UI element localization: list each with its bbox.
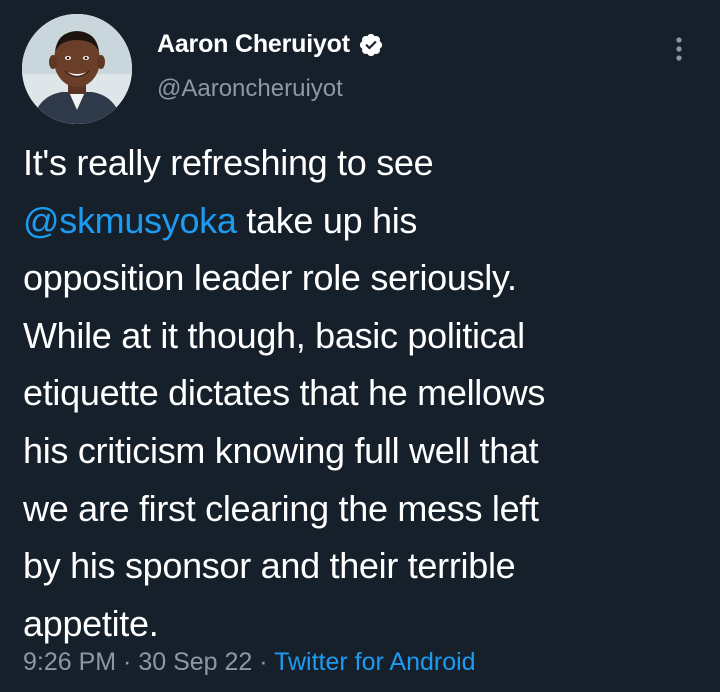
tweet-text-segment: by his sponsor and their terrible <box>23 545 516 587</box>
tweet-text-line: @skmusyoka take up his <box>23 192 713 250</box>
tweet-text-line: While at it though, basic political <box>23 307 713 365</box>
tweet-meta: 9:26 PM · 30 Sep 22 · Twitter for Androi… <box>23 648 476 677</box>
tweet-text-line: we are first clearing the mess left <box>23 480 713 538</box>
mention-link[interactable]: @skmusyoka <box>23 200 237 241</box>
tweet-text-line: his criticism knowing full well that <box>23 422 713 480</box>
tweet-text-segment: opposition leader role seriously. <box>23 257 517 299</box>
author-handle[interactable]: @Aaroncheruiyot <box>157 75 343 103</box>
author-display-name[interactable]: Aaron Cheruiyot <box>157 30 350 59</box>
author-name-row: Aaron Cheruiyot <box>157 30 384 59</box>
verified-badge-icon <box>358 32 384 58</box>
tweet-text-line: by his sponsor and their terrible <box>23 537 713 595</box>
tweet-time[interactable]: 9:26 PM <box>23 648 116 676</box>
tweet-text-line: etiquette dictates that he mellows <box>23 364 713 422</box>
avatar[interactable] <box>22 14 132 124</box>
tweet-text-segment: his criticism knowing full well that <box>23 429 539 471</box>
tweet-source-link[interactable]: Twitter for Android <box>274 648 475 676</box>
tweet-text: It's really refreshing to see @skmusyoka … <box>23 134 713 652</box>
tweet-text-line: It's really refreshing to see <box>23 134 713 192</box>
tweet-card: Aaron Cheruiyot @Aaroncheruiyot It's rea… <box>0 0 720 692</box>
avatar-image <box>22 14 132 124</box>
tweet-text-segment: take up his <box>236 199 418 241</box>
meta-separator: · <box>116 648 139 676</box>
tweet-text-segment: etiquette dictates that he mellows <box>23 372 546 414</box>
tweet-text-segment: It's really refreshing to see <box>23 142 434 183</box>
tweet-text-line: opposition leader role seriously. <box>23 249 713 307</box>
meta-separator: · <box>252 648 275 676</box>
tweet-text-segment: we are first clearing the mess left <box>23 487 539 529</box>
tweet-text-line: appetite. <box>23 595 713 653</box>
tweet-text-segment: appetite. <box>23 602 159 644</box>
tweet-date[interactable]: 30 Sep 22 <box>138 648 252 676</box>
more-vertical-icon[interactable] <box>667 34 691 64</box>
tweet-text-segment: While at it though, basic political <box>23 314 525 356</box>
